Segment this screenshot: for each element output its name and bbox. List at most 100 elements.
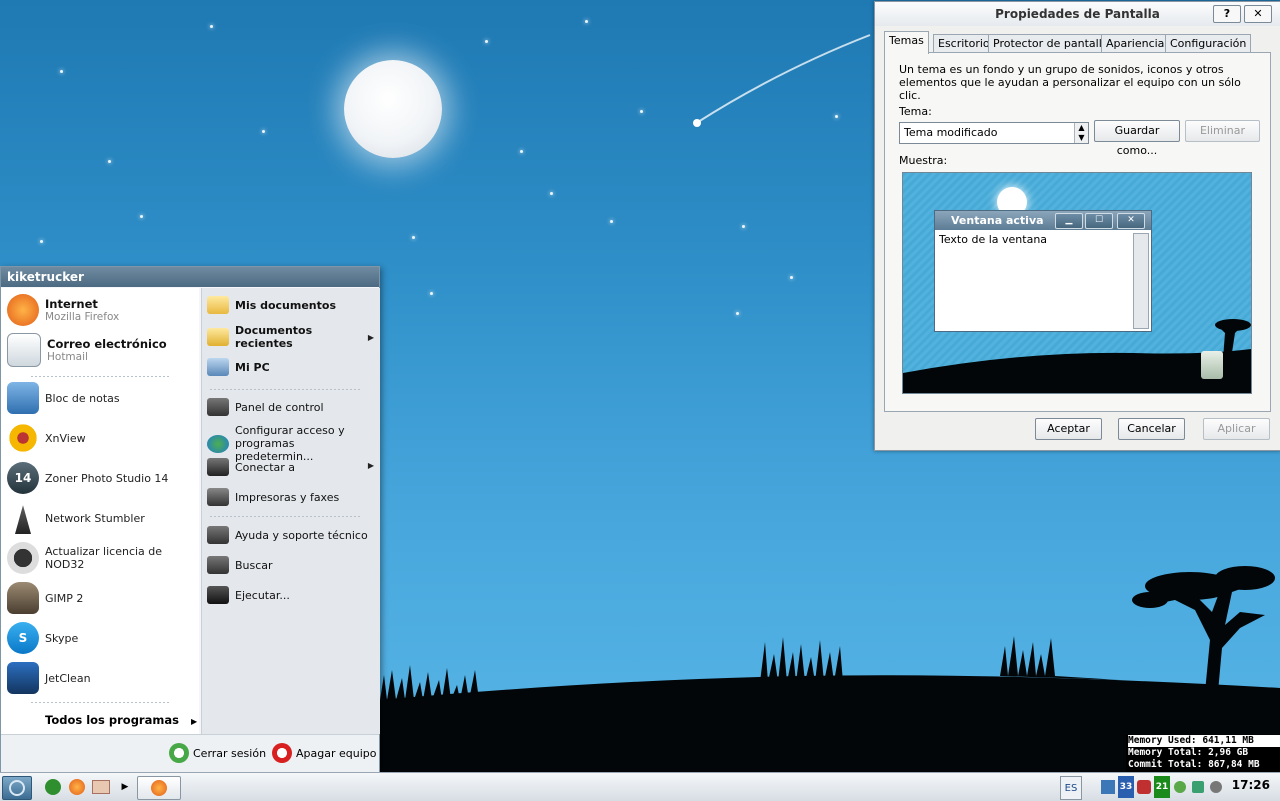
updown-arrow-icon[interactable]: ▲ ▼	[1074, 123, 1088, 143]
firefox-icon	[69, 779, 85, 795]
tray-volume[interactable]	[1190, 776, 1206, 798]
memory-used: Memory Used: 641,11 MB	[1128, 735, 1280, 747]
tray-antivirus[interactable]	[1136, 776, 1152, 798]
separator	[31, 702, 171, 703]
place-my-documents[interactable]: Mis documentos	[207, 296, 375, 314]
quicklaunch-utorrent[interactable]	[44, 776, 62, 798]
cancel-button[interactable]: Cancelar	[1118, 418, 1185, 440]
recent-program-label: XnView	[45, 431, 86, 445]
start-menu-places: Mis documentos Documentos recientes ▶ Mi…	[201, 288, 380, 734]
help-button[interactable]: ?	[1213, 5, 1241, 23]
pinned-email[interactable]: Correo electrónico Hotmail	[7, 332, 197, 368]
separator	[31, 376, 171, 377]
nod32-icon	[7, 542, 39, 574]
recent-program-skype[interactable]: S Skype	[7, 620, 197, 656]
logoff-button[interactable]: Cerrar sesión	[169, 743, 266, 763]
chevron-right-icon: ▶	[190, 717, 198, 726]
pinned-internet[interactable]: Internet Mozilla Firefox	[7, 292, 197, 328]
system-label: Conectar a	[235, 460, 296, 474]
app-icon	[1174, 781, 1186, 793]
all-programs-button[interactable]: Todos los programas ▶	[45, 713, 197, 727]
xnview-icon	[7, 422, 39, 454]
clock[interactable]: 17:26	[1232, 778, 1270, 792]
recent-program-label: Skype	[45, 631, 79, 645]
system-control-panel[interactable]: Panel de control	[207, 398, 375, 416]
tray-app[interactable]	[1172, 776, 1188, 798]
system-help[interactable]: Ayuda y soporte técnico	[207, 526, 375, 544]
utorrent-icon	[45, 779, 61, 795]
chevron-right-icon: ▶	[121, 782, 129, 792]
zoner-icon: 14	[7, 462, 39, 494]
control-panel-icon	[207, 398, 229, 416]
separator	[210, 389, 360, 390]
quicklaunch-firefox[interactable]	[68, 776, 86, 798]
recent-program-jetclean[interactable]: JetClean	[7, 660, 197, 696]
chevron-right-icon: ▶	[367, 333, 374, 342]
tray-badge-2[interactable]: 21	[1154, 776, 1170, 798]
place-label: Documentos recientes	[235, 324, 313, 350]
tab-escritorio[interactable]: Escritorio	[933, 34, 995, 53]
quicklaunch-expand[interactable]: ▶	[118, 776, 132, 798]
tray-network[interactable]	[1100, 776, 1116, 798]
documents-icon	[207, 296, 229, 314]
shutdown-label: Apagar equipo	[296, 746, 377, 760]
apply-button[interactable]: Aplicar	[1203, 418, 1270, 440]
start-menu-programs: Internet Mozilla Firefox Correo electróni…	[1, 288, 199, 734]
tray-safely-remove[interactable]	[1208, 776, 1224, 798]
place-recent-documents[interactable]: Documentos recientes	[207, 324, 357, 350]
notepad-icon	[7, 382, 39, 414]
network-icon	[1101, 780, 1115, 794]
minimize-icon: ▁	[1055, 213, 1083, 229]
separator	[210, 516, 360, 517]
recent-program-gimp[interactable]: GIMP 2	[7, 580, 197, 616]
theme-select[interactable]: Tema modificado ▲ ▼	[899, 122, 1089, 144]
taskbar-firefox-window[interactable]	[137, 776, 181, 800]
tab-temas[interactable]: Temas	[884, 31, 929, 54]
app-icon	[92, 780, 110, 794]
taskbar: ▶ ES 33 21 17:26	[0, 772, 1280, 801]
commit-total: Commit Total: 867,84 MB	[1128, 759, 1260, 770]
help-icon	[207, 526, 229, 544]
shutdown-button[interactable]: Apagar equipo	[272, 743, 376, 763]
folder-icon	[207, 328, 229, 346]
sample-label: Muestra:	[899, 154, 948, 167]
language-indicator[interactable]: ES	[1060, 776, 1082, 800]
search-icon	[207, 556, 229, 574]
tab-protector-de-pantalla[interactable]: Protector de pantalla	[988, 34, 1114, 53]
start-button[interactable]	[2, 776, 32, 800]
system-printers[interactable]: Impresoras y faxes	[207, 488, 375, 506]
system-search[interactable]: Buscar	[207, 556, 375, 574]
chevron-right-icon: ▶	[367, 461, 374, 470]
theme-preview: Ventana activa ▁ ☐ ✕ Texto de la ventana	[902, 172, 1252, 394]
pinned-email-title: Correo electrónico	[47, 337, 167, 351]
recent-program-xnview[interactable]: XnView	[7, 420, 197, 456]
ok-button[interactable]: Aceptar	[1035, 418, 1102, 440]
tab-configuracion[interactable]: Configuración	[1165, 34, 1252, 53]
close-button[interactable]: ✕	[1244, 5, 1272, 23]
place-my-computer[interactable]: Mi PC	[207, 358, 375, 376]
system-connect-to[interactable]: Conectar a	[207, 458, 375, 476]
recent-program-notepad[interactable]: Bloc de notas	[7, 380, 197, 416]
theme-select-value: Tema modificado	[904, 126, 998, 139]
recent-program-nod32[interactable]: Actualizar licencia de NOD32	[7, 540, 197, 576]
recycle-bin-icon	[1201, 351, 1223, 379]
system-run[interactable]: Ejecutar...	[207, 586, 375, 604]
tab-apariencia[interactable]: Apariencia	[1101, 34, 1170, 53]
recent-program-label: JetClean	[45, 671, 91, 685]
power-icon	[272, 743, 292, 763]
theme-label: Tema:	[899, 105, 932, 118]
recent-program-netstumbler[interactable]: Network Stumbler	[7, 500, 197, 536]
quicklaunch-app[interactable]	[92, 776, 110, 798]
save-as-button[interactable]: Guardar como...	[1094, 120, 1180, 157]
recent-program-zoner[interactable]: 14 Zoner Photo Studio 14	[7, 460, 197, 496]
skype-icon: S	[7, 622, 39, 654]
delete-button[interactable]: Eliminar	[1185, 120, 1260, 142]
defaults-icon	[207, 434, 229, 453]
recent-program-label: Network Stumbler	[45, 511, 145, 525]
pinned-internet-subtitle: Mozilla Firefox	[45, 311, 120, 323]
printer-icon	[207, 488, 229, 506]
tray-badge-1[interactable]: 33	[1118, 776, 1134, 798]
run-icon	[207, 586, 229, 604]
volume-icon	[1192, 781, 1204, 793]
display-properties-dialog: Propiedades de Pantalla ? ✕ Temas Escrit…	[874, 1, 1280, 451]
